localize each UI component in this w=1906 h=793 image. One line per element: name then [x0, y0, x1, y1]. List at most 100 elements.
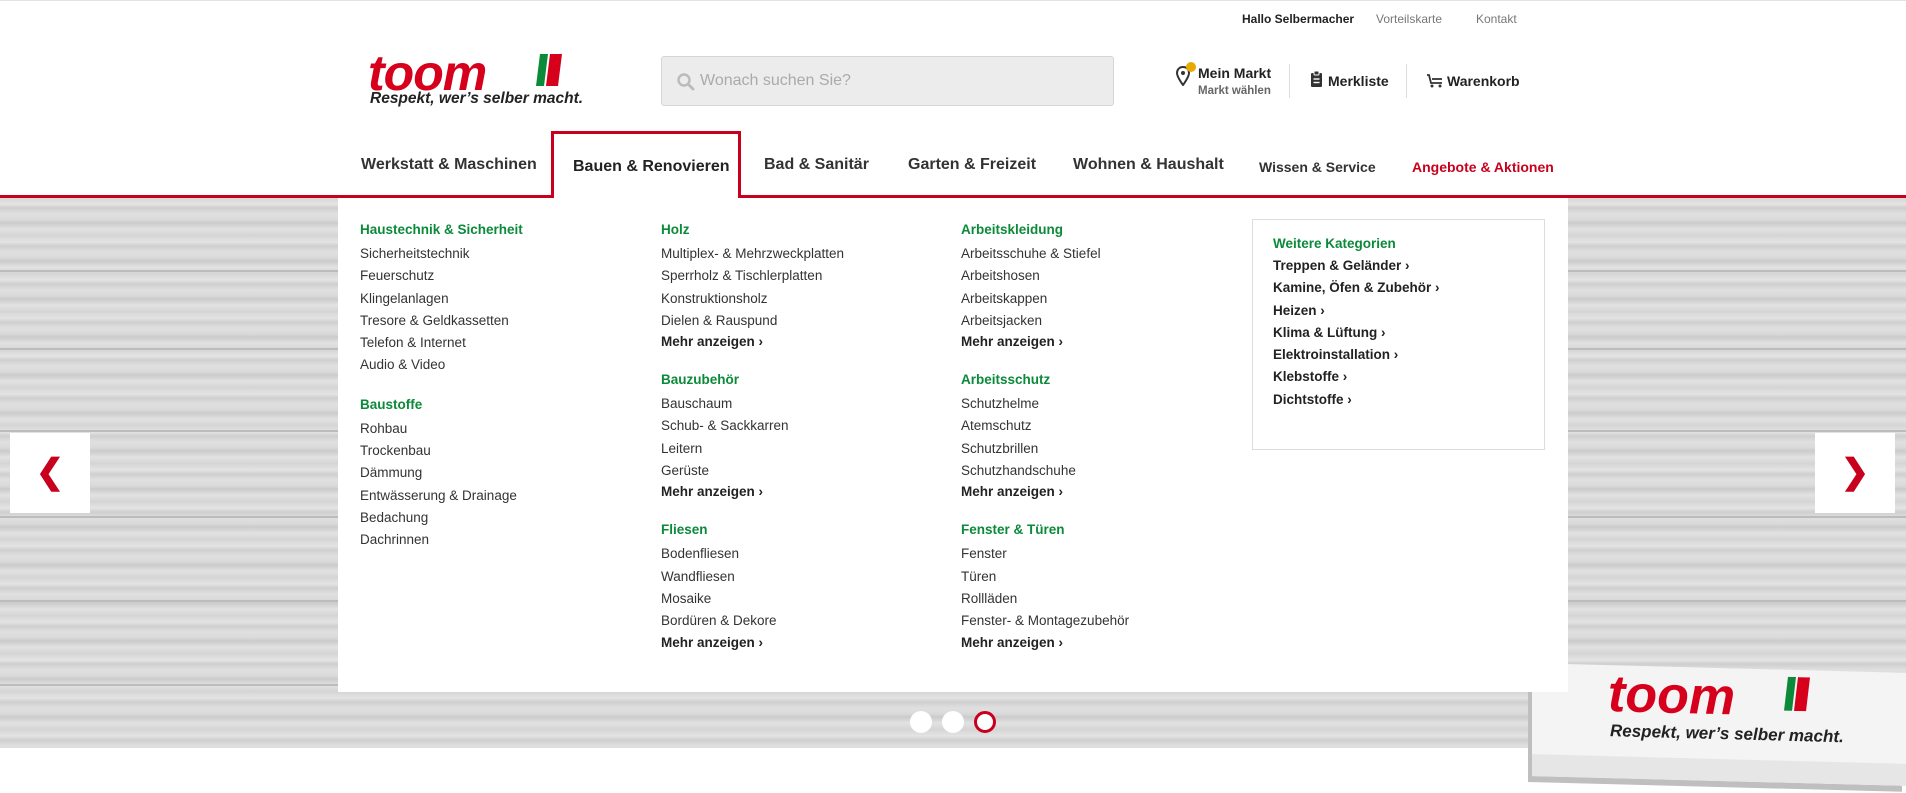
search-icon [677, 73, 695, 91]
merkliste-button[interactable]: Merkliste [1328, 73, 1389, 89]
kontakt-link[interactable]: Kontakt [1476, 12, 1517, 26]
menu-link[interactable]: Klingelanlagen [360, 288, 523, 310]
menu-link[interactable]: Arbeitshosen [961, 265, 1129, 287]
menu-link[interactable]: Leitern [661, 438, 844, 460]
market-alert-badge [1186, 62, 1196, 72]
menu-link[interactable]: Schutzhandschuhe [961, 460, 1129, 482]
search-input[interactable]: Wonach suchen Sie? [661, 56, 1114, 106]
more-category-link[interactable]: Klebstoffe [1273, 366, 1524, 388]
menu-group-title[interactable]: Haustechnik & Sicherheit [360, 222, 523, 237]
menu-group: Fenster & Türen Fenster Türen Rollläden Fens… [961, 522, 1129, 652]
menu-link[interactable]: Schutzbrillen [961, 438, 1129, 460]
divider [1289, 64, 1290, 98]
menu-group: Bauzubehör Bauschaum Schub- & Sackkarren Le… [661, 372, 844, 502]
more-categories-box: Weitere Kategorien Treppen & GeländerKam… [1252, 219, 1545, 450]
menu-group: Fliesen Bodenfliesen Wandfliesen Mosaike Bor… [661, 522, 844, 652]
greeting-link[interactable]: Hallo Selbermacher [1242, 12, 1354, 26]
more-category-link[interactable]: Klima & Lüftung [1273, 322, 1524, 344]
menu-link[interactable]: Audio & Video [360, 354, 523, 376]
carousel-prev-button[interactable]: ❮ [10, 433, 90, 513]
nav-tab-bad[interactable]: Bad & Sanitär [764, 156, 869, 174]
meta-bar: Hallo Selbermacher Vorteilskarte Kontakt [0, 0, 1906, 34]
show-more-link[interactable]: Mehr anzeigen [661, 332, 844, 352]
menu-group: Baustoffe Rohbau Trockenbau Dämmung Entwässe… [360, 397, 523, 552]
menu-link[interactable]: Multiplex- & Mehrzweckplatten [661, 243, 844, 265]
menu-group: Arbeitskleidung Arbeitsschuhe & Stiefel Ar… [961, 222, 1129, 352]
menu-group-title[interactable]: Fenster & Türen [961, 522, 1129, 537]
main-nav: Werkstatt & Maschinen Bauen & Renovieren… [0, 130, 1906, 198]
menu-link[interactable]: Bauschaum [661, 393, 844, 415]
menu-group-title[interactable]: Arbeitskleidung [961, 222, 1129, 237]
carousel-dot-1[interactable] [910, 711, 932, 733]
menu-link[interactable]: Wandfliesen [661, 566, 844, 588]
menu-group-title[interactable]: Baustoffe [360, 397, 523, 412]
my-market-button[interactable]: Mein Markt Markt wählen [1198, 65, 1271, 97]
logo-flag-icon [1784, 676, 1810, 712]
menu-link[interactable]: Dielen & Rauspund [661, 310, 844, 332]
menu-column-2: Holz Multiplex- & Mehrzweckplatten Sperrho… [661, 222, 844, 673]
menu-group-title[interactable]: Fliesen [661, 522, 844, 537]
more-category-link[interactable]: Kamine, Öfen & Zubehör [1273, 277, 1524, 299]
menu-link[interactable]: Dachrinnen [360, 529, 523, 551]
show-more-link[interactable]: Mehr anzeigen [661, 633, 844, 653]
logo-slogan: Respekt, wer’s selber macht. [370, 90, 584, 107]
nav-tab-bauen-active[interactable]: Bauen & Renovieren [551, 131, 741, 198]
menu-link[interactable]: Rollläden [961, 588, 1129, 610]
menu-link[interactable]: Entwässerung & Drainage [360, 485, 523, 507]
more-category-link[interactable]: Elektroinstallation [1273, 344, 1524, 366]
toom-logo[interactable]: toom Respekt, wer’s selber macht. [368, 45, 583, 110]
menu-link[interactable]: Sicherheitstechnik [360, 243, 523, 265]
show-more-link[interactable]: Mehr anzeigen [961, 332, 1129, 352]
more-category-link[interactable]: Dichtstoffe [1273, 389, 1524, 411]
menu-link[interactable]: Bedachung [360, 507, 523, 529]
nav-tab-wissen[interactable]: Wissen & Service [1259, 159, 1376, 175]
nav-tab-werkstatt[interactable]: Werkstatt & Maschinen [361, 156, 537, 174]
menu-link[interactable]: Tresore & Geldkassetten [360, 310, 523, 332]
logo-flag-icon [536, 54, 562, 86]
toom-box-graphic: toom Respekt, wer’s selber macht. [1532, 663, 1906, 786]
menu-link[interactable]: Schub- & Sackkarren [661, 415, 844, 437]
menu-link[interactable]: Türen [961, 566, 1129, 588]
menu-column-3: Arbeitskleidung Arbeitsschuhe & Stiefel Ar… [961, 222, 1129, 673]
warenkorb-button[interactable]: Warenkorb [1447, 73, 1520, 89]
menu-link[interactable]: Dämmung [360, 462, 523, 484]
carousel-dot-3-active[interactable] [974, 711, 996, 733]
menu-link[interactable]: Arbeitsjacken [961, 310, 1129, 332]
nav-tab-label: Bauen & Renovieren [573, 158, 730, 175]
menu-link[interactable]: Feuerschutz [360, 265, 523, 287]
menu-group: Arbeitsschutz Schutzhelme Atemschutz Schutz… [961, 372, 1129, 502]
menu-link[interactable]: Bodenfliesen [661, 543, 844, 565]
menu-link[interactable]: Sperrholz & Tischlerplatten [661, 265, 844, 287]
menu-link[interactable]: Rohbau [360, 418, 523, 440]
menu-group-title[interactable]: Bauzubehör [661, 372, 844, 387]
more-category-link[interactable]: Treppen & Geländer [1273, 255, 1524, 277]
menu-link[interactable]: Atemschutz [961, 415, 1129, 437]
menu-link[interactable]: Schutzhelme [961, 393, 1129, 415]
menu-link[interactable]: Fenster [961, 543, 1129, 565]
menu-link[interactable]: Gerüste [661, 460, 844, 482]
menu-link[interactable]: Telefon & Internet [360, 332, 523, 354]
menu-group: Haustechnik & Sicherheit Sicherheitstechn… [360, 222, 523, 377]
menu-group-title[interactable]: Arbeitsschutz [961, 372, 1129, 387]
vorteilskarte-link[interactable]: Vorteilskarte [1376, 12, 1442, 26]
nav-tab-garten[interactable]: Garten & Freizeit [908, 156, 1036, 174]
menu-link[interactable]: Arbeitsschuhe & Stiefel [961, 243, 1129, 265]
show-more-link[interactable]: Mehr anzeigen [961, 482, 1129, 502]
carousel-dot-2[interactable] [942, 711, 964, 733]
carousel-next-button[interactable]: ❯ [1815, 433, 1895, 513]
market-select-label: Markt wählen [1198, 85, 1271, 97]
menu-link[interactable]: Trockenbau [360, 440, 523, 462]
clipboard-icon [1311, 71, 1322, 87]
menu-group-title[interactable]: Holz [661, 222, 844, 237]
show-more-link[interactable]: Mehr anzeigen [961, 633, 1129, 653]
more-category-link[interactable]: Heizen [1273, 300, 1524, 322]
menu-link[interactable]: Fenster- & Montagezubehör [961, 610, 1129, 632]
menu-link[interactable]: Konstruktionsholz [661, 288, 844, 310]
menu-link[interactable]: Mosaike [661, 588, 844, 610]
show-more-link[interactable]: Mehr anzeigen [661, 482, 844, 502]
menu-link[interactable]: Bordüren & Dekore [661, 610, 844, 632]
nav-tab-wohnen[interactable]: Wohnen & Haushalt [1073, 156, 1224, 174]
menu-link[interactable]: Arbeitskappen [961, 288, 1129, 310]
chevron-right-icon: ❯ [1840, 453, 1870, 491]
nav-tab-angebote[interactable]: Angebote & Aktionen [1412, 159, 1554, 175]
